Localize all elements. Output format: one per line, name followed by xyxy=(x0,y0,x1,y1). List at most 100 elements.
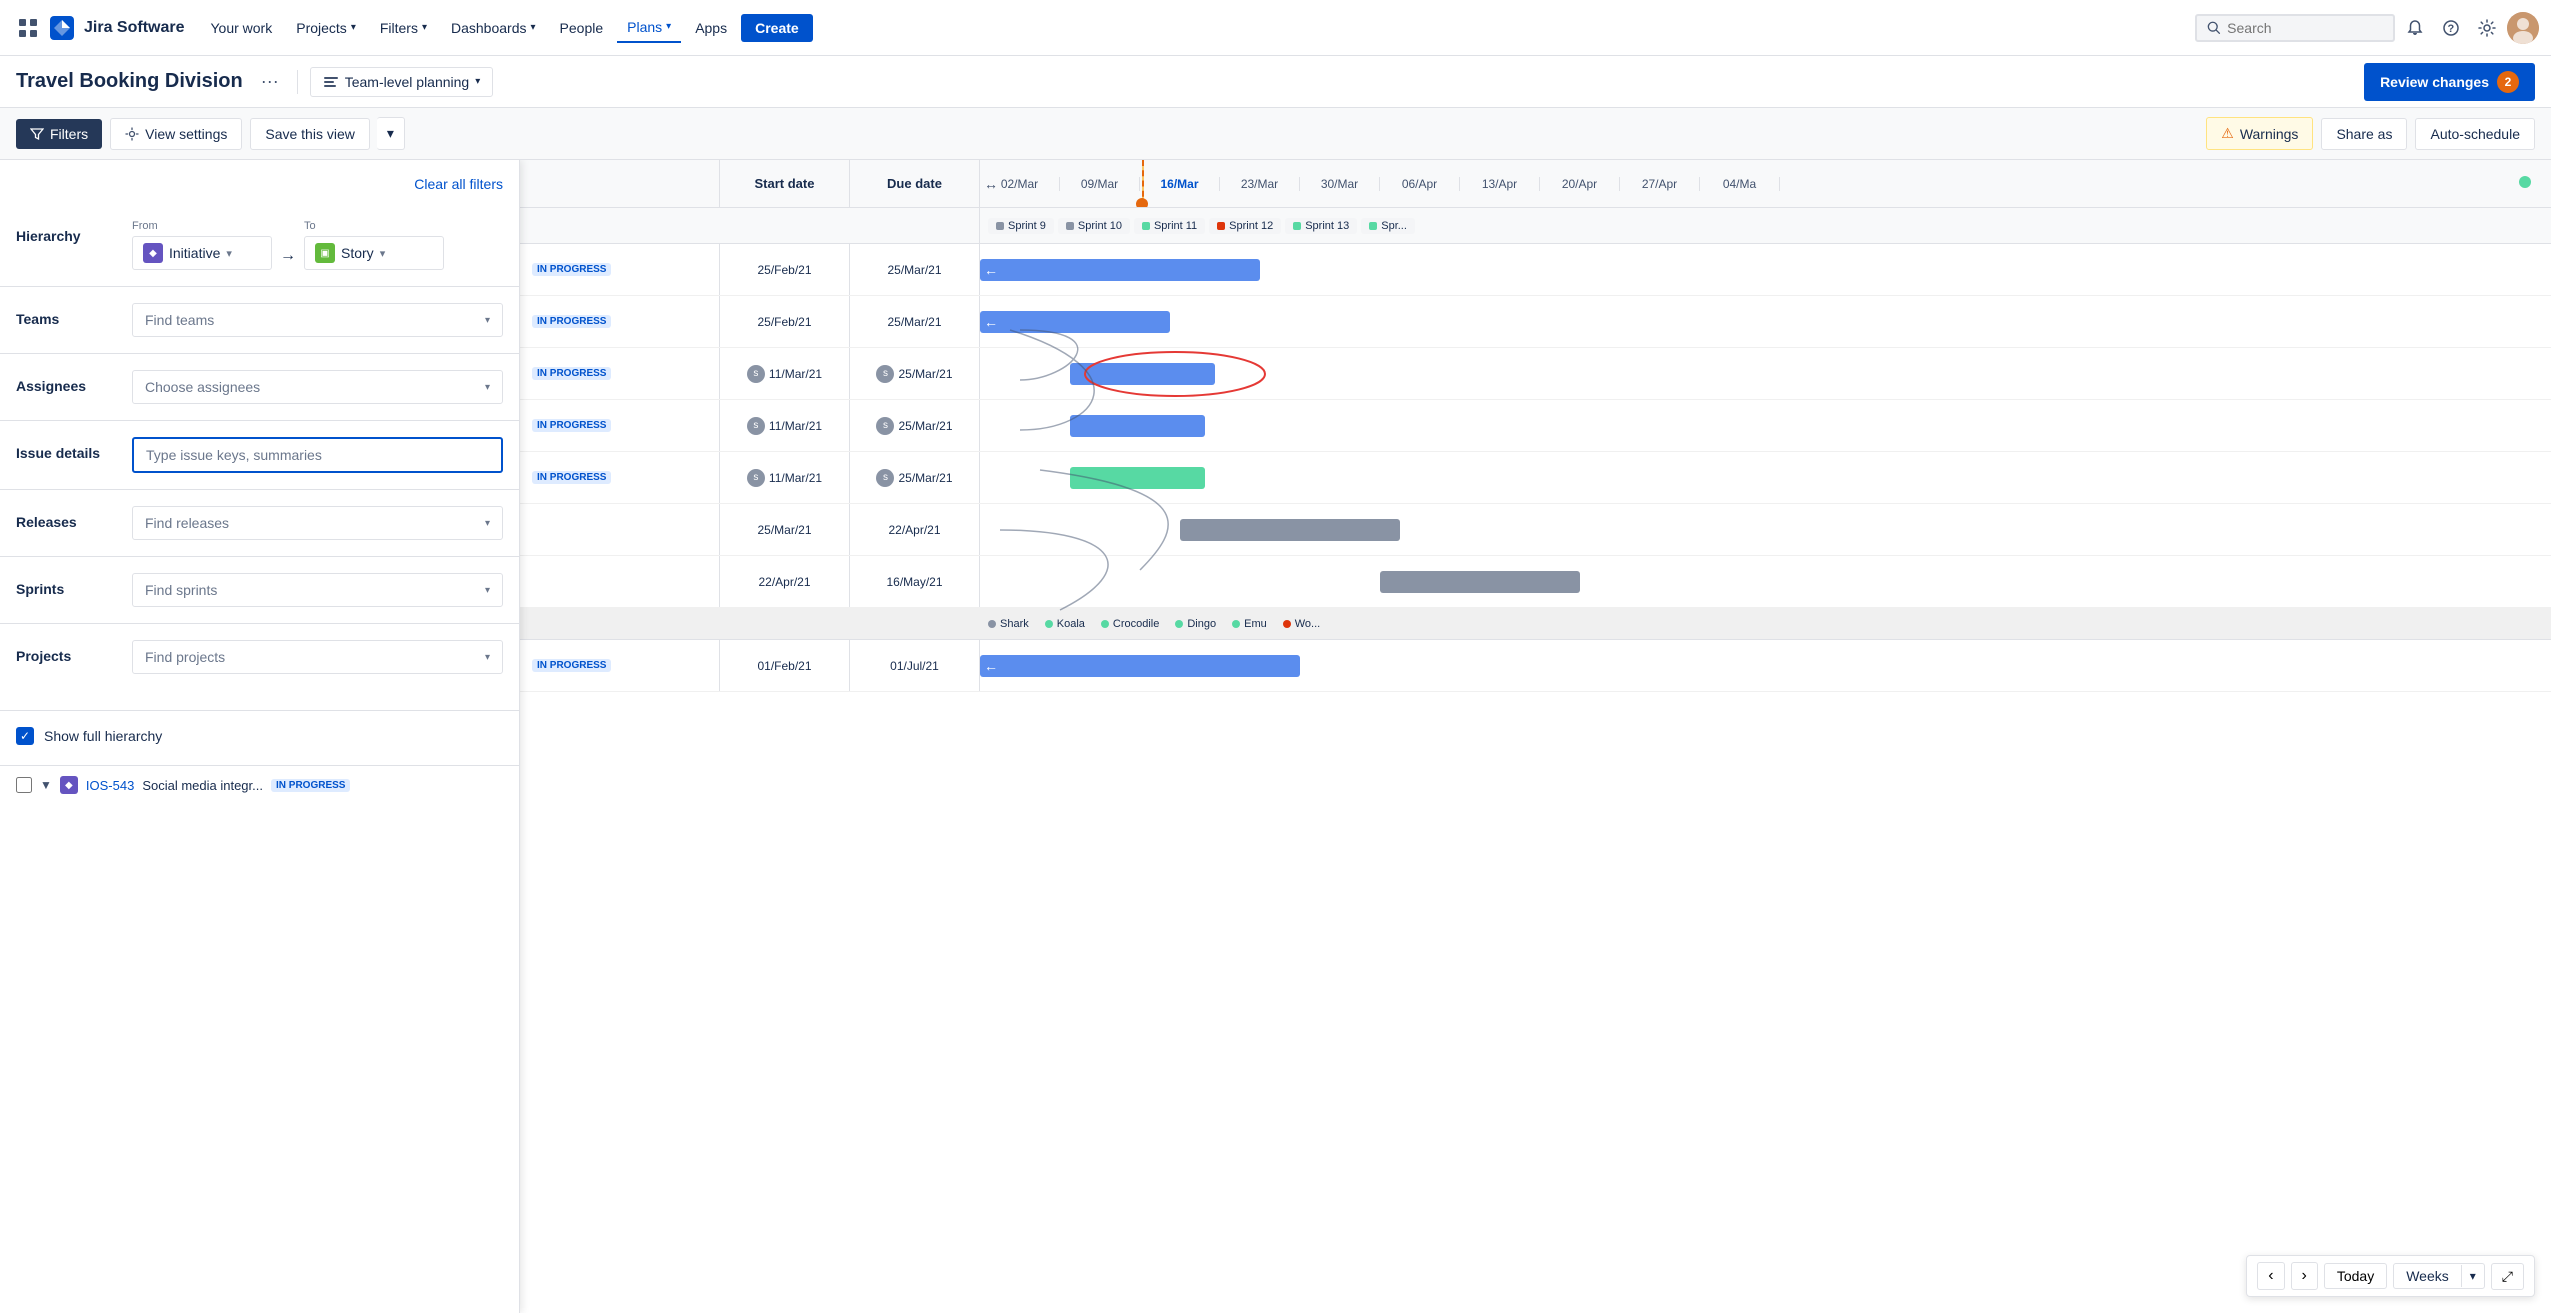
apps-grid-icon[interactable] xyxy=(12,12,44,44)
row-bar-area xyxy=(980,452,2551,503)
separator xyxy=(297,70,298,94)
nav-projects[interactable]: Projects ▾ xyxy=(286,14,366,42)
row-label xyxy=(520,504,720,555)
gantt-bar[interactable] xyxy=(1380,571,1580,593)
gantt-col-header xyxy=(520,160,720,207)
row-checkbox[interactable] xyxy=(16,777,32,793)
annotation-svg xyxy=(980,348,2551,399)
nav-apps[interactable]: Apps xyxy=(685,14,737,42)
sprints-label: Sprints xyxy=(16,573,116,597)
nav-filters[interactable]: Filters ▾ xyxy=(370,14,437,42)
gantt-bar[interactable] xyxy=(1180,519,1400,541)
chevron-down-icon: ▾ xyxy=(485,315,490,326)
projects-label: Projects xyxy=(16,640,116,664)
row-start-date: s 11/Mar/21 xyxy=(720,348,850,399)
clear-all-filters-link[interactable]: Clear all filters xyxy=(414,176,503,192)
gantt-bar[interactable]: ← xyxy=(980,655,1300,677)
future-marker-dot xyxy=(2519,176,2531,188)
more-options-icon[interactable]: ··· xyxy=(255,69,285,94)
bar-arrow-icon: ← xyxy=(980,262,1002,278)
collapse-icon[interactable]: ▼ xyxy=(40,778,52,792)
release-chip: Crocodile xyxy=(1101,618,1159,630)
show-hierarchy-checkbox[interactable]: ✓ xyxy=(16,727,34,745)
share-as-button[interactable]: Share as xyxy=(2321,118,2407,150)
story-icon: ▣ xyxy=(315,243,335,263)
assignees-filter-row: Assignees Choose assignees ▾ xyxy=(0,358,519,416)
release-chip: Wo... xyxy=(1283,618,1320,630)
issue-details-input[interactable] xyxy=(132,437,503,473)
initiative-select[interactable]: ◆ Initiative ▾ xyxy=(132,236,272,270)
sprint-chip[interactable]: Sprint 12 xyxy=(1209,218,1281,234)
sprint-chip[interactable]: Spr... xyxy=(1361,218,1415,234)
sprint-row: Sprint 9Sprint 10Sprint 11Sprint 12Sprin… xyxy=(520,208,2551,244)
planning-mode-button[interactable]: Team-level planning ▾ xyxy=(310,67,494,97)
warnings-button[interactable]: ⚠ Warnings xyxy=(2206,117,2313,150)
to-label: To xyxy=(304,220,444,232)
projects-dropdown[interactable]: Find projects ▾ xyxy=(132,640,503,674)
assignees-dropdown[interactable]: Choose assignees ▾ xyxy=(132,370,503,404)
avatar[interactable] xyxy=(2507,12,2539,44)
chevron-down-icon: ▾ xyxy=(485,652,490,663)
expand-button[interactable]: ⤢ xyxy=(2491,1263,2524,1290)
release-chip: Dingo xyxy=(1175,618,1216,630)
save-view-caret-button[interactable]: ▾ xyxy=(377,117,405,150)
gantt-bar[interactable] xyxy=(1070,363,1215,385)
sprint-chip[interactable]: Sprint 11 xyxy=(1134,218,1205,234)
sprint-chip[interactable]: Sprint 13 xyxy=(1285,218,1357,234)
auto-schedule-button[interactable]: Auto-schedule xyxy=(2415,118,2535,150)
gantt-bar[interactable] xyxy=(1070,415,1205,437)
row-due-date: 16/May/21 xyxy=(850,556,980,607)
gantt-date-cell: 23/Mar xyxy=(1220,177,1300,191)
gantt-bar[interactable]: ← xyxy=(980,311,1170,333)
from-label: From xyxy=(132,220,272,232)
view-settings-button[interactable]: View settings xyxy=(110,118,242,150)
row-label: IN PROGRESS xyxy=(520,640,720,691)
filters-button[interactable]: Filters xyxy=(16,119,102,149)
create-button[interactable]: Create xyxy=(741,14,813,42)
review-changes-button[interactable]: Review changes 2 xyxy=(2364,63,2535,101)
gantt-bar[interactable] xyxy=(1070,467,1205,489)
filter-panel: Clear all filters Hierarchy From ◆ Initi… xyxy=(0,160,520,1313)
nav-people[interactable]: People xyxy=(550,14,614,42)
row-bar-area xyxy=(980,348,2551,399)
row-label xyxy=(520,556,720,607)
row-label: IN PROGRESS xyxy=(520,296,720,347)
sprint-chip[interactable]: Sprint 9 xyxy=(988,218,1054,234)
checkmark-icon: ✓ xyxy=(20,729,30,743)
settings-icon[interactable] xyxy=(2471,12,2503,44)
search-box[interactable] xyxy=(2195,14,2395,42)
next-button[interactable]: › xyxy=(2291,1262,2318,1290)
help-icon[interactable]: ? xyxy=(2435,12,2467,44)
sprint-icon: s xyxy=(876,469,894,487)
sprint-icon: s xyxy=(747,417,765,435)
today-marker-dot xyxy=(1136,198,1148,207)
notifications-icon[interactable] xyxy=(2399,12,2431,44)
teams-dropdown[interactable]: Find teams ▾ xyxy=(132,303,503,337)
today-button[interactable]: Today xyxy=(2324,1263,2387,1289)
issue-id[interactable]: IOS-543 xyxy=(86,778,134,793)
story-select[interactable]: ▣ Story ▾ xyxy=(304,236,444,270)
chevron-down-icon: ▾ xyxy=(485,382,490,393)
sprints-dropdown[interactable]: Find sprints ▾ xyxy=(132,573,503,607)
gantt-bar[interactable]: ← xyxy=(980,259,1260,281)
search-input[interactable] xyxy=(2227,20,2383,36)
prev-button[interactable]: ‹ xyxy=(2257,1262,2284,1290)
row-bar-area: ← xyxy=(980,640,2551,691)
table-row: 22/Apr/21 16/May/21 xyxy=(520,556,2551,608)
weeks-label[interactable]: Weeks xyxy=(2394,1264,2461,1288)
chevron-down-icon: ▾ xyxy=(380,247,386,260)
jira-logo[interactable]: Jira Software xyxy=(48,14,184,42)
nav-your-work[interactable]: Your work xyxy=(200,14,282,42)
pagination-bar: ‹ › Today Weeks ▾ ⤢ xyxy=(2246,1255,2535,1297)
collapse-timeline-icon[interactable]: ↔ xyxy=(984,176,998,192)
show-hierarchy-label: Show full hierarchy xyxy=(44,728,162,744)
nav-dashboards[interactable]: Dashboards ▾ xyxy=(441,14,546,42)
weeks-chevron-icon[interactable]: ▾ xyxy=(2461,1265,2484,1287)
teams-filter-row: Teams Find teams ▾ xyxy=(0,291,519,349)
table-row: IN PROGRESS s 11/Mar/21 s 25/Mar/21 xyxy=(520,348,2551,400)
sprint-chip[interactable]: Sprint 10 xyxy=(1058,218,1130,234)
nav-plans[interactable]: Plans ▾ xyxy=(617,13,681,43)
releases-dropdown[interactable]: Find releases ▾ xyxy=(132,506,503,540)
clear-filters-area: Clear all filters xyxy=(0,176,519,208)
save-view-button[interactable]: Save this view xyxy=(250,118,369,150)
